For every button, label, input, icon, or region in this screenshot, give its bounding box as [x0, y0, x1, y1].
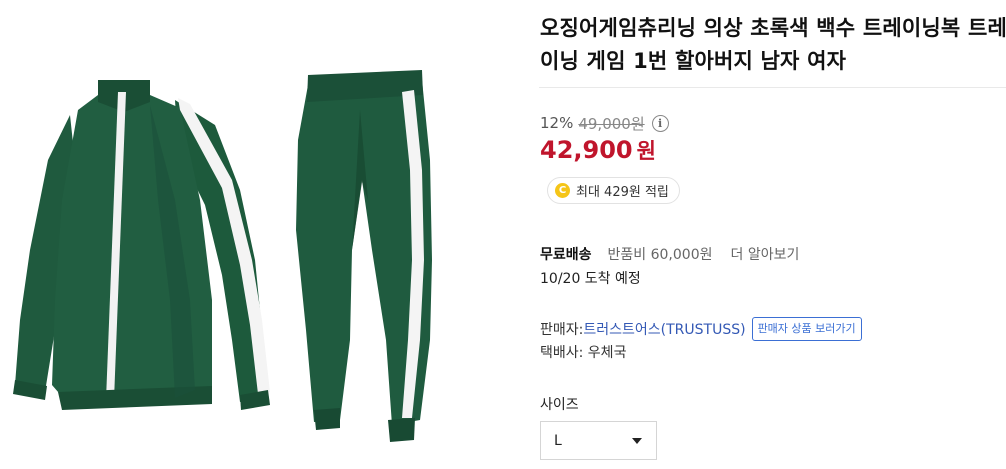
original-price: 49,000원	[578, 114, 645, 133]
seller-label: 판매자:	[540, 322, 584, 338]
free-shipping-label: 무료배송	[540, 247, 592, 263]
view-seller-products-button[interactable]: 판매자 상품 보러가기	[751, 317, 862, 341]
product-image	[0, 0, 520, 469]
coin-icon: C	[555, 183, 570, 198]
size-selected-value: L	[554, 432, 562, 449]
sale-price: 42,900 원	[540, 134, 656, 166]
info-icon[interactable]: i	[651, 114, 669, 132]
discount-row: 12% 49,000원 i	[540, 113, 669, 133]
product-title: 오징어게임츄리닝 의상 초록색 백수 트레이닝복 트레이닝 게임 1번 할아버지…	[540, 16, 1006, 73]
size-select[interactable]: L	[540, 421, 657, 460]
points-text: 최대 429원 적립	[576, 185, 669, 200]
shipping-row: 무료배송 반품비 60,000원 더 알아보기	[540, 244, 799, 264]
sale-price-currency: 원	[636, 139, 656, 163]
return-fee: 반품비 60,000원	[607, 247, 713, 263]
title-divider	[539, 87, 1006, 88]
points-badge[interactable]: C 최대 429원 적립	[547, 177, 680, 204]
sale-price-value: 42,900	[540, 136, 633, 164]
pants-graphic	[296, 70, 432, 442]
arrival-estimate: 10/20 도착 예정	[540, 271, 641, 287]
discount-rate: 12%	[540, 114, 574, 132]
seller-row: 판매자: 트러스트어스(TRUSTUSS) 판매자 상품 보러가기	[540, 317, 862, 341]
size-label: 사이즈	[540, 397, 579, 413]
chevron-down-icon	[632, 438, 642, 444]
seller-name-link[interactable]: 트러스트어스(TRUSTUSS)	[583, 319, 745, 339]
jacket-graphic	[13, 80, 270, 410]
courier-info: 택배사: 우체국	[540, 345, 627, 361]
learn-more-link[interactable]: 더 알아보기	[731, 244, 800, 264]
product-info-panel: 오징어게임츄리닝 의상 초록색 백수 트레이닝복 트레이닝 게임 1번 할아버지…	[539, 0, 1006, 469]
